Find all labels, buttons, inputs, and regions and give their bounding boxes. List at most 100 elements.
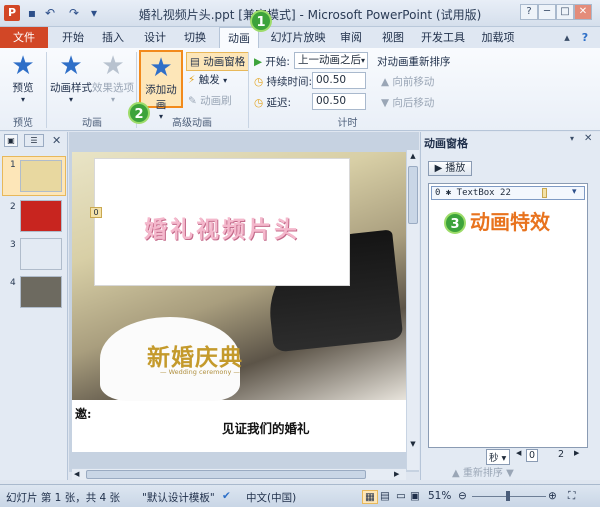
slide-number: 3 [10, 240, 16, 250]
duration-input[interactable]: 00.50 [312, 72, 366, 89]
chevron-down-icon[interactable]: ▾ [572, 187, 577, 197]
slide-number: 1 [10, 160, 16, 170]
spell-check-icon[interactable]: ✔ [222, 490, 231, 502]
arrow-down-icon[interactable]: ▼ [506, 468, 514, 479]
effect-options-button[interactable]: ★ 效果选项 ▾ [92, 52, 134, 104]
trigger-label: 触发 [198, 74, 220, 86]
help-circle-icon[interactable]: ? [578, 27, 592, 48]
close-button[interactable]: ✕ [574, 4, 592, 20]
clock-icon: ◷ [254, 97, 264, 109]
animation-pane-label: 动画窗格 [203, 56, 246, 68]
close-icon[interactable]: ✕ [584, 133, 592, 144]
animation-painter-button[interactable]: ✎ 动画刷 [188, 93, 232, 108]
play-button[interactable]: ▶ 播放 [428, 161, 472, 176]
fit-to-window-icon[interactable]: ⛶ [568, 490, 575, 503]
status-bar: 幻灯片 第 1 张，共 4 张 "默认设计模板" ✔ 中文(中国) ▦ ▤ ▭ … [0, 484, 600, 507]
effect-annotation: 动画特效 [470, 210, 550, 234]
slideshow-view-icon[interactable]: ▣ [410, 490, 420, 502]
customize-icon[interactable]: ▾ [86, 5, 102, 21]
chevron-down-icon: ▾ [20, 95, 25, 104]
tab-design[interactable]: 设计 [138, 27, 172, 48]
preview-button[interactable]: ★ 预览 ▾ [6, 52, 40, 104]
scroll-thumb[interactable] [408, 166, 418, 224]
scroll-up-icon[interactable]: ▲ [408, 152, 418, 162]
trigger-button[interactable]: ⚡ 触发 ▾ [188, 72, 227, 87]
effect-options-label: 效果选项 [92, 82, 134, 94]
zoom-start[interactable]: 0 [526, 449, 538, 462]
scroll-right-icon[interactable]: ▶ [394, 470, 399, 478]
slide-thumbnail[interactable] [20, 200, 62, 232]
tab-animations[interactable]: 动画 [219, 27, 259, 48]
redo-icon[interactable]: ↷ [66, 5, 82, 21]
title-bar: P ▪ ↶ ↷ ▾ 婚礼视频片头.ppt [兼容模式] - Microsoft … [0, 0, 600, 27]
outline-tab-icon[interactable]: ☰ [24, 134, 44, 147]
chevron-up-icon[interactable]: ▴ [560, 27, 574, 48]
tab-view[interactable]: 视图 [376, 27, 410, 48]
scroll-left-icon[interactable]: ◀ [74, 470, 79, 478]
undo-icon[interactable]: ↶ [42, 5, 58, 21]
tab-slideshow[interactable]: 幻灯片放映 [268, 27, 328, 48]
slides-panel: ▣ ☰ ✕ 1 2 3 4 [0, 132, 68, 480]
group-separator [248, 52, 249, 128]
animation-pane-icon: ▤ [190, 56, 200, 68]
animation-list-item[interactable]: 0 ✱ TextBox 22 [431, 186, 585, 200]
zoom-in-icon[interactable]: ⊕ [548, 490, 557, 502]
normal-view-icon[interactable]: ▦ [362, 490, 378, 504]
chevron-down-icon: ▾ [223, 76, 228, 85]
animation-styles-button[interactable]: ★ 动画样式 ▾ [50, 52, 92, 104]
preview-star-icon: ★ [11, 51, 35, 81]
zoom-level[interactable]: 51% [428, 490, 451, 502]
chevron-down-icon: ▾ [360, 56, 365, 65]
slide-title: 婚礼视频片头 [144, 216, 300, 243]
slide-thumbnail[interactable] [20, 238, 62, 270]
timing-bar [542, 188, 547, 198]
arrow-right-icon[interactable]: ▶ [574, 449, 579, 457]
clock-icon: ◷ [254, 76, 264, 88]
save-icon[interactable]: ▪ [24, 5, 40, 21]
logo-text: 新婚庆典 [147, 344, 243, 371]
logo-subtitle: — Wedding ceremony — [160, 368, 240, 376]
group-label-advanced: 高级动画 [172, 118, 212, 129]
reorder-label: 重新排序 [462, 468, 503, 479]
move-later-button[interactable]: ▼ 向后移动 [381, 95, 434, 110]
move-earlier-button[interactable]: ▲ 向前移动 [381, 74, 434, 89]
help-icon[interactable]: ? [520, 4, 538, 20]
tab-addins[interactable]: 加载项 [476, 27, 520, 48]
arrow-left-icon[interactable]: ◀ [516, 449, 521, 457]
slides-tab-icon[interactable]: ▣ [4, 134, 18, 147]
start-dropdown[interactable]: 上一动画之后 ▾ [294, 52, 368, 69]
add-animation-button[interactable]: ★ 添加动画 ▾ [139, 50, 183, 121]
tab-home[interactable]: 开始 [56, 27, 90, 48]
delay-input[interactable]: 00.50 [312, 93, 366, 110]
reading-view-icon[interactable]: ▭ [396, 490, 406, 502]
arrow-down-icon: ▼ [381, 97, 390, 109]
horizontal-scrollbar[interactable]: ◀ ▶ [72, 468, 406, 480]
arrow-up-icon[interactable]: ▲ [452, 468, 460, 479]
tab-transitions[interactable]: 切换 [178, 27, 212, 48]
tab-developer[interactable]: 开发工具 [418, 27, 468, 48]
language[interactable]: 中文(中国) [246, 490, 296, 505]
group-label-animation: 动画 [82, 118, 102, 129]
animation-order-tag[interactable]: 0 [90, 207, 102, 218]
chevron-down-icon[interactable]: ▾ [570, 134, 574, 143]
slide[interactable]: 婚礼视频片头 新婚庆典 — Wedding ceremony — 邀: 见证我们… [72, 152, 406, 452]
scroll-thumb[interactable] [86, 470, 366, 479]
slide-sorter-icon[interactable]: ▤ [380, 490, 390, 502]
slide-thumbnail[interactable] [20, 160, 62, 192]
zoom-out-icon[interactable]: ⊖ [458, 490, 467, 502]
close-icon[interactable]: ✕ [52, 134, 61, 147]
tab-review[interactable]: 审阅 [334, 27, 368, 48]
scroll-down-icon[interactable]: ▼ [408, 440, 418, 450]
tab-file[interactable]: 文件 [0, 27, 48, 48]
maximize-button[interactable]: □ [556, 4, 574, 20]
minimize-button[interactable]: ─ [538, 4, 556, 20]
vertical-scrollbar[interactable]: ▲ ▼ [406, 150, 419, 470]
animation-pane-button[interactable]: ▤ 动画窗格 [186, 52, 250, 71]
zoom-slider-thumb[interactable] [506, 491, 510, 501]
seconds-dropdown[interactable]: 秒 ▾ [486, 449, 510, 465]
tab-insert[interactable]: 插入 [96, 27, 130, 48]
invite-text: 见证我们的婚礼 [222, 421, 310, 436]
powerpoint-logo-icon[interactable]: P [4, 5, 20, 21]
slide-thumbnail[interactable] [20, 276, 62, 308]
theme-name[interactable]: "默认设计模板" [142, 490, 215, 505]
